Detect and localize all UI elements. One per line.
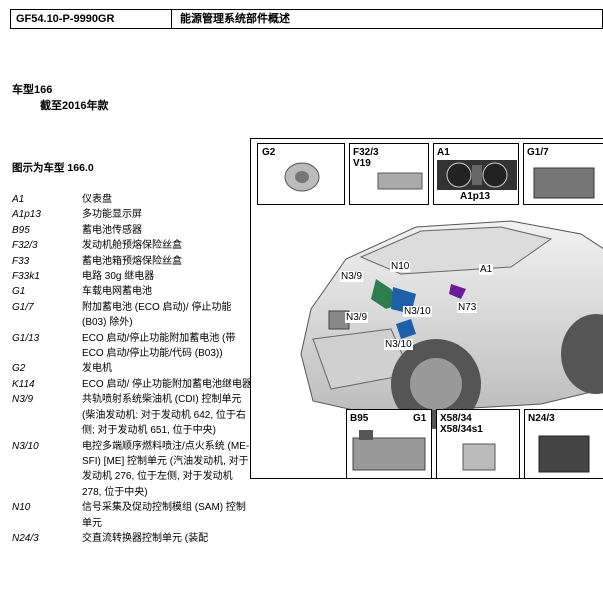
- legend-row: N24/3 交直流转换器控制单元 (装配: [12, 531, 252, 546]
- legend-row: N10 信号采集及促动控制模组 (SAM) 控制单元: [12, 500, 252, 531]
- inset-label-x58: X58/34: [440, 413, 472, 424]
- inset-label-x58s1: X58/34s1: [440, 424, 483, 435]
- legend-key: F32/3: [12, 240, 38, 252]
- generator-icon: [284, 162, 320, 192]
- legend-key: G2: [12, 363, 26, 375]
- legend-value: 蓄电池传感器: [82, 224, 142, 236]
- legend-value: 仪表盘: [82, 194, 112, 205]
- inset-label-g1: G1: [413, 413, 427, 424]
- inset-g17: G1/7: [523, 143, 603, 205]
- legend-row: A1p13 多功能显示屏: [12, 207, 252, 222]
- legend-key: A1: [12, 194, 25, 205]
- callout-n310-upper: N3/10: [403, 306, 432, 317]
- inset-n243: N24/3: [524, 409, 603, 478]
- legend-row: G1 车载电网蓄电池: [12, 284, 252, 299]
- legend-row: G1/7 附加蓄电池 (ECO 启动)/ 停止功能(B03) 除外): [12, 300, 252, 331]
- inset-label-f32: F32/3: [353, 147, 379, 158]
- callout-n10: N10: [390, 261, 411, 272]
- callout-a1: A1: [479, 264, 494, 275]
- callout-n310-lower: N3/10: [384, 339, 413, 350]
- legend-value: 电控多端顺序燃料喷注/点火系统 (ME-SFI) [ME] 控制单元 (汽油发动…: [82, 440, 250, 498]
- component-figure: G2 F32/3 V19 A1 A1p13 G1/7 B95 G1 X58/34…: [250, 138, 603, 479]
- legend-row: N3/9 共轨喷射系统柴油机 (CDI) 控制单元 (柴油发动机: 对于发动机 6…: [12, 392, 252, 438]
- legend-key: N3/10: [12, 440, 39, 452]
- legend-row: K114 ECO 启动/ 停止功能附加蓄电池继电器: [12, 377, 252, 392]
- legend-value: ECO 启动/ 停止功能附加蓄电池继电器: [82, 378, 253, 390]
- legend-value: 信号采集及促动控制模组 (SAM) 控制单元: [82, 502, 246, 529]
- callout-n39-upper: N3/9: [340, 271, 364, 282]
- inset-label-g17: G1/7: [527, 147, 549, 158]
- legend-row: G2 发电机: [12, 361, 252, 376]
- inset-label-a1: A1: [437, 147, 450, 158]
- legend-row: F33 蓄电池箱预熔保险丝盒: [12, 254, 252, 269]
- figure-title: 图示为车型 166.0: [12, 162, 94, 174]
- socket-icon: [462, 443, 496, 471]
- legend-value: 车载电网蓄电池: [82, 286, 152, 298]
- legend-value: 蓄电池箱预熔保险丝盒: [82, 255, 182, 267]
- legend-value: 共轨喷射系统柴油机 (CDI) 控制单元 (柴油发动机: 对于发动机 642, …: [82, 394, 246, 437]
- legend-key: G1/13: [12, 332, 40, 344]
- inset-a1: A1 A1p13: [433, 143, 519, 205]
- legend-row: B95 蓄电池传感器: [12, 223, 252, 238]
- document-code: GF54.10-P-9990GR: [11, 10, 172, 28]
- inset-label-n243: N24/3: [528, 413, 555, 424]
- converter-icon: [538, 435, 590, 473]
- document-title: 能源管理系统部件概述: [180, 13, 290, 25]
- inset-b95-g1: B95 G1: [346, 409, 432, 478]
- fuse-box-icon: [377, 172, 423, 190]
- callout-n73: N73: [457, 302, 478, 313]
- model-year-line: 截至2016年款: [40, 100, 109, 112]
- legend-key: K114: [12, 378, 35, 390]
- legend-row: F32/3 发动机舱预熔保险丝盒: [12, 238, 252, 253]
- legend-value: 发电机: [82, 363, 112, 375]
- battery-sensor-icon: [352, 430, 426, 471]
- legend-list: A1 仪表盘 A1p13 多功能显示屏 B95 蓄电池传感器 F32/3 发动机舱预熔保…: [12, 192, 252, 546]
- legend-key: A1p13: [12, 209, 41, 221]
- legend-value: 多功能显示屏: [82, 209, 142, 221]
- legend-row: F33k1 电路 30g 继电器: [12, 269, 252, 284]
- instrument-cluster-icon: [437, 160, 517, 190]
- document-header: GF54.10-P-9990GR 能源管理系统部件概述: [10, 9, 603, 29]
- legend-value: 电路 30g 继电器: [82, 271, 155, 283]
- legend-key: G1: [12, 286, 26, 298]
- legend-key: N24/3: [12, 532, 39, 544]
- inset-f32: F32/3 V19: [349, 143, 429, 205]
- legend-key: F33: [12, 255, 30, 267]
- inset-label-g2: G2: [262, 147, 276, 158]
- legend-value: 交直流转换器控制单元 (装配: [82, 532, 209, 544]
- inset-g2: G2: [257, 143, 345, 205]
- model-line: 车型166: [12, 84, 53, 96]
- inset-label-b95: B95: [350, 413, 369, 424]
- inset-label-v19: V19: [353, 158, 371, 169]
- legend-value: ECO 启动/停止功能附加蓄电池 (带 ECO 启动/停止功能/代码 (B03)…: [82, 332, 236, 360]
- battery-icon: [533, 167, 595, 199]
- legend-value: 发动机舱预熔保险丝盒: [82, 240, 182, 252]
- legend-row: A1 仪表盘: [12, 192, 252, 207]
- inset-label-a1p13: A1p13: [460, 191, 491, 202]
- legend-key: F33k1: [12, 271, 40, 283]
- legend-key: G1/7: [12, 301, 34, 313]
- callout-n39-lower: N3/9: [345, 312, 369, 323]
- legend-row: N3/10 电控多端顺序燃料喷注/点火系统 (ME-SFI) [ME] 控制单元 …: [12, 439, 252, 501]
- legend-key: N3/9: [12, 394, 34, 406]
- legend-key: N10: [12, 502, 31, 514]
- legend-value: 附加蓄电池 (ECO 启动)/ 停止功能(B03) 除外): [82, 301, 232, 329]
- legend-key: B95: [12, 224, 30, 236]
- legend-row: G1/13 ECO 启动/停止功能附加蓄电池 (带 ECO 启动/停止功能/代码 …: [12, 331, 252, 362]
- inset-x58: X58/34 X58/34s1: [436, 409, 520, 478]
